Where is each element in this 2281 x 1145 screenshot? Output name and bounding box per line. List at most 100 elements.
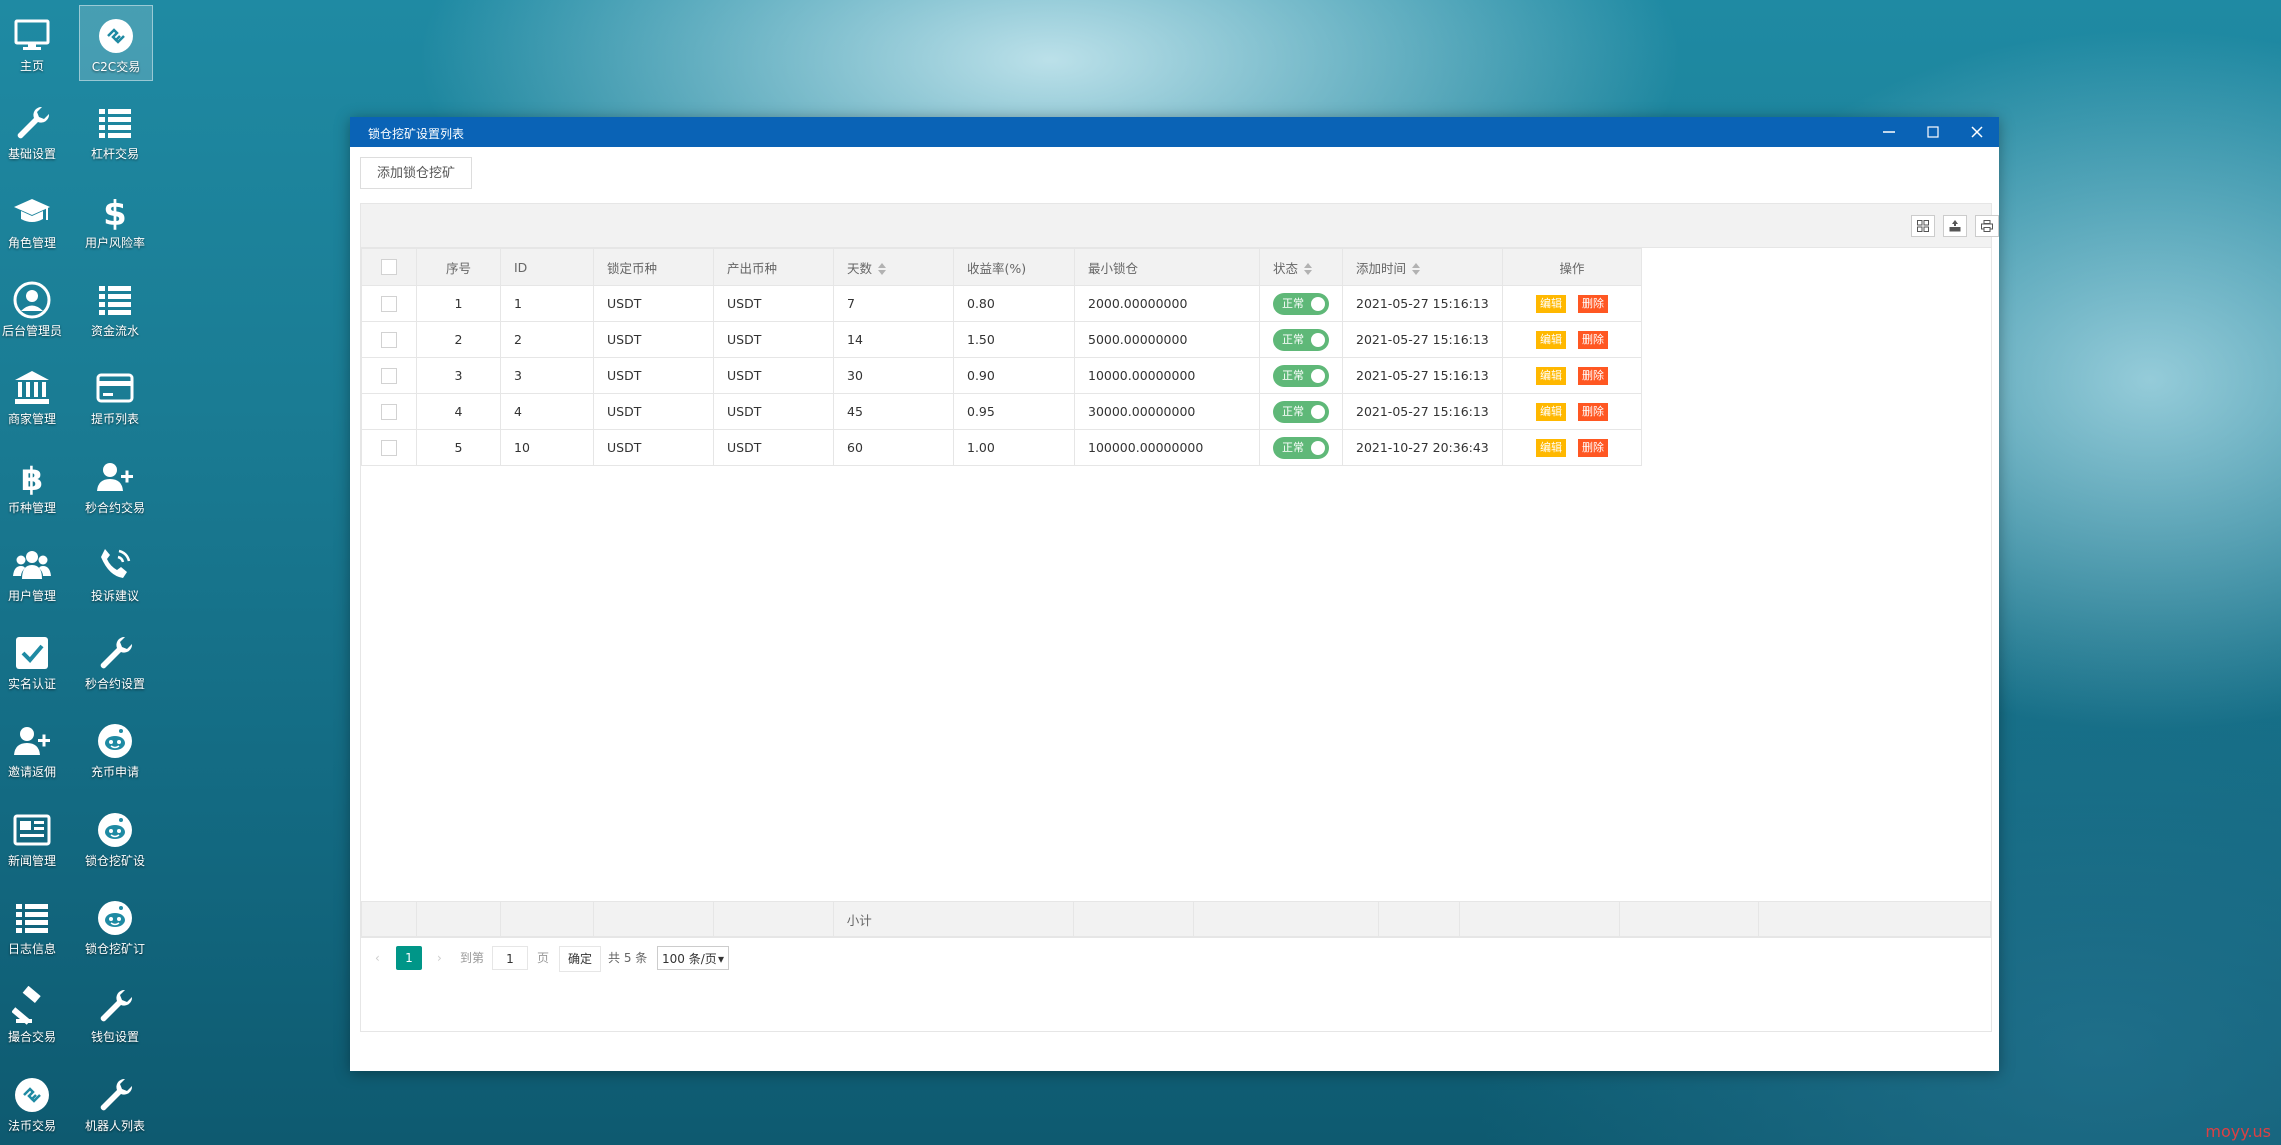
desktop-icon[interactable]: 用户管理 xyxy=(0,535,68,609)
page-1-button[interactable]: 1 xyxy=(396,946,422,970)
desktop-icon[interactable]: 锁仓挖矿订 xyxy=(79,888,151,962)
desktop-icon[interactable]: 撮合交易 xyxy=(0,976,68,1050)
cell-status: 正常 xyxy=(1259,285,1343,322)
desktop-icon[interactable]: 充币申请 xyxy=(79,711,151,785)
status-switch-label: 正常 xyxy=(1282,440,1304,454)
cell-time: 2021-10-27 20:36:43 xyxy=(1342,429,1503,466)
sort-icon[interactable] xyxy=(1412,263,1421,275)
wrench-icon xyxy=(100,990,133,1022)
delete-button[interactable]: 删除 xyxy=(1578,294,1608,313)
edit-button[interactable]: 编辑 xyxy=(1536,366,1566,385)
svg-text:฿: ฿ xyxy=(21,460,43,497)
cell-status: 正常 xyxy=(1259,357,1343,394)
next-page-icon[interactable]: › xyxy=(437,946,442,970)
page-number-input[interactable]: 1 xyxy=(492,946,528,970)
desktop-icon[interactable]: 新闻管理 xyxy=(0,800,68,874)
status-switch[interactable]: 正常 xyxy=(1273,328,1329,351)
columns-filter-button[interactable] xyxy=(1911,215,1935,237)
desktop-icon-label: 钱包设置 xyxy=(90,1030,139,1045)
gavel-icon xyxy=(12,986,41,1026)
table-row: 3 3 USDT USDT 30 0.90 10000.00000000 正常 2021-05-… xyxy=(361,357,1642,394)
col-header-actions: 操作 xyxy=(1502,248,1642,286)
cell-rate: 0.90 xyxy=(953,357,1075,394)
export-button[interactable] xyxy=(1943,215,1967,237)
delete-button[interactable]: 删除 xyxy=(1578,402,1608,421)
row-checkbox[interactable] xyxy=(361,285,417,322)
desktop-icon[interactable]: 秒合约设置 xyxy=(79,623,151,697)
row-checkbox[interactable] xyxy=(361,321,417,358)
minimize-button[interactable] xyxy=(1867,117,1911,147)
desktop-icon[interactable]: 钱包设置 xyxy=(79,976,151,1050)
desktop-icon[interactable]: 角色管理 xyxy=(0,182,68,256)
desktop-icon[interactable]: 机器人列表 xyxy=(79,1065,151,1139)
desktop-icon-label: 机器人列表 xyxy=(84,1118,145,1133)
desktop-icon[interactable]: 后台管理员 xyxy=(0,270,68,344)
desktop-icon[interactable]: 法币交易 xyxy=(0,1065,68,1139)
status-switch[interactable]: 正常 xyxy=(1273,400,1329,423)
desktop-icon-label: 锁仓挖矿订 xyxy=(84,942,145,956)
close-button[interactable] xyxy=(1955,117,1999,147)
desktop-icon[interactable]: 基础设置 xyxy=(0,93,68,167)
status-switch[interactable]: 正常 xyxy=(1273,292,1329,315)
desktop-icon[interactable]: C2C交易 xyxy=(79,5,153,81)
col-header-days[interactable]: 天数 xyxy=(833,248,954,286)
delete-button[interactable]: 删除 xyxy=(1578,330,1608,349)
desktop-icon-label: 主页 xyxy=(19,59,44,73)
window-titlebar[interactable]: 锁仓挖矿设置列表 xyxy=(350,117,1999,147)
edit-button[interactable]: 编辑 xyxy=(1536,402,1566,421)
desktop-icon-label: 用户管理 xyxy=(7,588,56,603)
status-switch-label: 正常 xyxy=(1282,404,1304,418)
row-checkbox[interactable] xyxy=(361,393,417,430)
desktop-icon[interactable]: 提币列表 xyxy=(79,358,151,432)
close-icon xyxy=(1971,126,1983,138)
maximize-button[interactable] xyxy=(1911,117,1955,147)
desktop-icon[interactable]: 资金流水 xyxy=(79,270,151,344)
page-unit-label: 页 xyxy=(537,951,550,965)
cell-id: 3 xyxy=(500,357,594,394)
col-header-time-label: 添加时间 xyxy=(1356,260,1407,276)
reddit-icon xyxy=(98,901,132,935)
add-lock-mining-button[interactable]: 添加锁仓挖矿 xyxy=(360,157,473,189)
app-window: 锁仓挖矿设置列表 添加锁仓挖矿 序号 ID 锁定币种 产出币种 天数 收益率(%… xyxy=(350,117,1999,1071)
desktop-icon-label: 基础设置 xyxy=(7,147,56,162)
edit-button[interactable]: 编辑 xyxy=(1536,438,1566,457)
desktop-icon[interactable]: 商家管理 xyxy=(0,358,68,432)
goto-confirm-button[interactable]: 确定 xyxy=(559,946,602,972)
cell-rate: 0.95 xyxy=(953,393,1075,430)
desktop-icon[interactable]: 投诉建议 xyxy=(79,535,151,609)
desktop-icon[interactable]: 邀请返佣 xyxy=(0,711,68,785)
user-circle-icon xyxy=(13,281,51,319)
desktop-icon[interactable]: 实名认证 xyxy=(0,623,68,697)
desktop-icon[interactable]: 杠杆交易 xyxy=(79,93,151,167)
goto-label: 到第 xyxy=(460,951,485,965)
status-switch[interactable]: 正常 xyxy=(1273,364,1329,387)
cell-out-coin: USDT xyxy=(713,393,834,430)
desktop-icon[interactable]: 锁仓挖矿设 xyxy=(79,800,151,874)
prev-page-icon[interactable]: ‹ xyxy=(375,946,380,970)
row-checkbox[interactable] xyxy=(361,429,417,466)
select-all-checkbox[interactable] xyxy=(361,248,417,286)
edit-button[interactable]: 编辑 xyxy=(1536,294,1566,313)
print-button[interactable] xyxy=(1975,215,1999,237)
status-switch[interactable]: 正常 xyxy=(1273,436,1329,459)
cell-no: 1 xyxy=(416,285,501,322)
desktop-icon[interactable]: 主页 xyxy=(0,5,68,79)
row-checkbox[interactable] xyxy=(361,357,417,394)
desktop-icon[interactable]: $ 用户风险率 xyxy=(79,182,151,256)
edit-button[interactable]: 编辑 xyxy=(1536,330,1566,349)
grid-icon xyxy=(1917,220,1929,232)
switch-knob xyxy=(1311,440,1325,455)
sort-icon[interactable] xyxy=(1304,263,1313,275)
sort-icon[interactable] xyxy=(878,263,887,275)
desktop-icon-label: 邀请返佣 xyxy=(7,765,56,780)
col-header-time[interactable]: 添加时间 xyxy=(1342,248,1503,286)
desktop-icon[interactable]: 秒合约交易 xyxy=(79,447,151,521)
delete-button[interactable]: 删除 xyxy=(1578,438,1608,457)
desktop-icon[interactable]: ฿ 币种管理 xyxy=(0,447,68,521)
col-header-status[interactable]: 状态 xyxy=(1259,248,1343,286)
delete-button[interactable]: 删除 xyxy=(1578,366,1608,385)
desktop-icon[interactable]: 日志信息 xyxy=(0,888,68,962)
cell-no: 4 xyxy=(416,393,501,430)
cell-no: 5 xyxy=(416,429,501,466)
page-size-select[interactable]: 100 条/页 ▾ xyxy=(657,946,729,970)
